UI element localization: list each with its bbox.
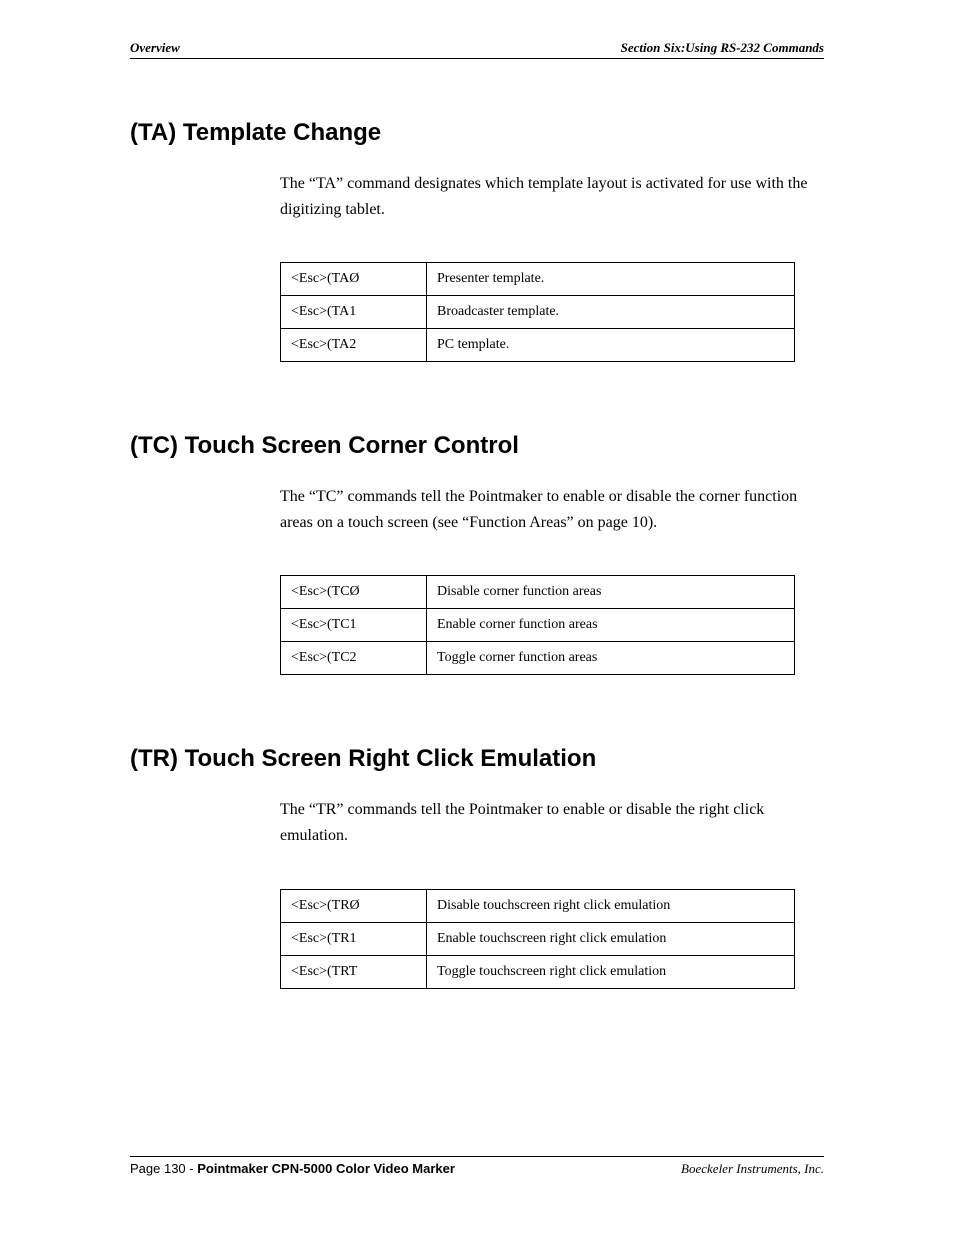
desc-cell: PC template.	[427, 329, 795, 362]
desc-cell: Disable corner function areas	[427, 576, 795, 609]
page-footer: Page 130 - Pointmaker CPN-5000 Color Vid…	[130, 1156, 824, 1177]
table-row: <Esc>(TAØ Presenter template.	[281, 263, 795, 296]
footer-doc-title: Pointmaker CPN-5000 Color Video Marker	[197, 1161, 455, 1176]
command-table-tr: <Esc>(TRØ Disable touchscreen right clic…	[280, 889, 795, 989]
cmd-cell: <Esc>(TRT	[281, 955, 427, 988]
page-header: Overview Section Six:Using RS-232 Comman…	[130, 40, 824, 59]
command-table-ta: <Esc>(TAØ Presenter template. <Esc>(TA1 …	[280, 262, 795, 362]
desc-cell: Toggle corner function areas	[427, 642, 795, 675]
table-row: <Esc>(TA1 Broadcaster template.	[281, 296, 795, 329]
table-row: <Esc>(TC1 Enable corner function areas	[281, 609, 795, 642]
section-heading-tc: (TC) Touch Screen Corner Control	[130, 432, 824, 460]
section-heading-ta: (TA) Template Change	[130, 119, 824, 147]
cmd-cell: <Esc>(TA2	[281, 329, 427, 362]
table-row: <Esc>(TRØ Disable touchscreen right clic…	[281, 889, 795, 922]
section-body-ta: The “TA” command designates which templa…	[280, 171, 824, 222]
table-row: <Esc>(TA2 PC template.	[281, 329, 795, 362]
cmd-cell: <Esc>(TRØ	[281, 889, 427, 922]
footer-company: Boeckeler Instruments, Inc.	[681, 1161, 824, 1177]
section-heading-tr: (TR) Touch Screen Right Click Emulation	[130, 745, 824, 773]
section-body-tc: The “TC” commands tell the Pointmaker to…	[280, 484, 824, 535]
command-table-tc: <Esc>(TCØ Disable corner function areas …	[280, 575, 795, 675]
table-row: <Esc>(TCØ Disable corner function areas	[281, 576, 795, 609]
desc-cell: Broadcaster template.	[427, 296, 795, 329]
cmd-cell: <Esc>(TC1	[281, 609, 427, 642]
header-right: Section Six:Using RS-232 Commands	[621, 40, 824, 56]
cmd-cell: <Esc>(TR1	[281, 922, 427, 955]
desc-cell: Presenter template.	[427, 263, 795, 296]
cmd-cell: <Esc>(TA1	[281, 296, 427, 329]
desc-cell: Toggle touchscreen right click emulation	[427, 955, 795, 988]
section-body-tr: The “TR” commands tell the Pointmaker to…	[280, 797, 824, 848]
cmd-cell: <Esc>(TCØ	[281, 576, 427, 609]
header-left: Overview	[130, 40, 180, 56]
desc-cell: Disable touchscreen right click emulatio…	[427, 889, 795, 922]
table-row: <Esc>(TC2 Toggle corner function areas	[281, 642, 795, 675]
footer-left: Page 130 - Pointmaker CPN-5000 Color Vid…	[130, 1161, 455, 1177]
cmd-cell: <Esc>(TC2	[281, 642, 427, 675]
desc-cell: Enable touchscreen right click emulation	[427, 922, 795, 955]
table-row: <Esc>(TRT Toggle touchscreen right click…	[281, 955, 795, 988]
footer-page-prefix: Page 130 -	[130, 1161, 197, 1176]
table-row: <Esc>(TR1 Enable touchscreen right click…	[281, 922, 795, 955]
cmd-cell: <Esc>(TAØ	[281, 263, 427, 296]
desc-cell: Enable corner function areas	[427, 609, 795, 642]
